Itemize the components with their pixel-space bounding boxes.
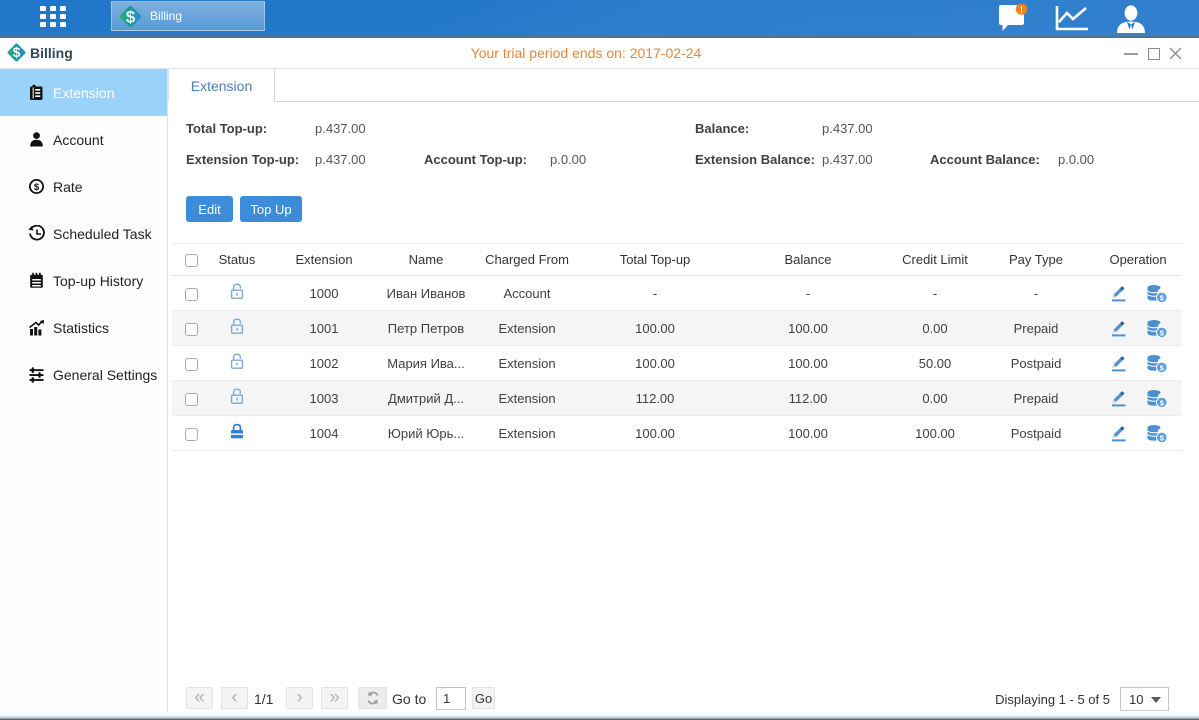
svg-text:$: $ xyxy=(126,7,136,26)
svg-text:$: $ xyxy=(34,182,40,193)
svg-text:!: ! xyxy=(1020,4,1023,14)
